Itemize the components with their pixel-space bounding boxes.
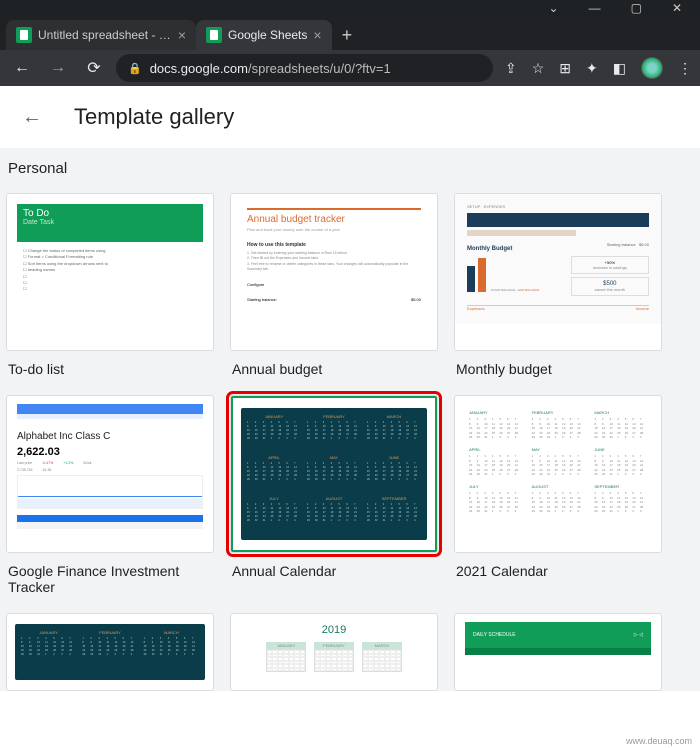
window-titlebar: ⌄ — ▢ ✕	[0, 0, 700, 16]
browser-toolbar: ← → ⟳ 🔒 docs.google.com/spreadsheets/u/0…	[0, 50, 700, 86]
forward-icon[interactable]: →	[44, 59, 72, 77]
menu-icon[interactable]: ⋮	[678, 60, 692, 77]
template-thumbnail: JANUARY123456789101112131415161718192021…	[230, 395, 438, 553]
address-bar[interactable]: 🔒 docs.google.com/spreadsheets/u/0/?ftv=…	[116, 54, 493, 82]
maximize-icon[interactable]: ▢	[631, 1, 642, 15]
sheets-favicon	[16, 27, 32, 43]
profile-avatar[interactable]	[641, 57, 663, 79]
share-icon[interactable]: ⇪	[505, 60, 517, 77]
template-label: Annual Calendar	[230, 553, 438, 579]
template-2021-calendar[interactable]: JANUARY123456789101112131415161718192021…	[454, 395, 662, 595]
watermark: www.deuaq.com	[626, 736, 692, 746]
url-text: docs.google.com/spreadsheets/u/0/?ftv=1	[150, 61, 391, 76]
page-title: Template gallery	[74, 104, 234, 130]
chevron-down-icon[interactable]: ⌄	[549, 1, 559, 15]
template-card[interactable]: JANUARY123456789101112131415161718192021…	[6, 613, 214, 691]
template-thumbnail: JANUARY123456789101112131415161718192021…	[6, 613, 214, 691]
template-card[interactable]: 2019 JANUARYFEBRUARYMARCH	[230, 613, 438, 691]
puzzle-icon[interactable]: ✦	[586, 60, 598, 77]
template-thumbnail: SETUP EXPENSES Monthly BudgetStarting ba…	[454, 193, 662, 351]
template-grid: To DoDate Task Change the status of comp…	[6, 193, 700, 691]
template-thumbnail: JANUARY123456789101112131415161718192021…	[454, 395, 662, 553]
window-controls: ⌄ — ▢ ✕	[549, 1, 682, 15]
sidepanel-icon[interactable]: ◧	[613, 60, 626, 77]
lock-icon: 🔒	[128, 62, 142, 75]
template-monthly-budget[interactable]: SETUP EXPENSES Monthly BudgetStarting ba…	[454, 193, 662, 377]
template-annual-budget[interactable]: Annual budget tracker Plan and track you…	[230, 193, 438, 377]
reload-icon[interactable]: ⟳	[80, 58, 108, 78]
template-todo-list[interactable]: To DoDate Task Change the status of comp…	[6, 193, 214, 377]
close-icon[interactable]: ✕	[672, 1, 682, 15]
new-tab-button[interactable]: +	[332, 21, 363, 50]
close-tab-icon[interactable]: ×	[313, 27, 321, 43]
template-card[interactable]: DAILY SCHEDULE▷ ◁	[454, 613, 662, 691]
template-thumbnail: To DoDate Task Change the status of comp…	[6, 193, 214, 351]
bookmark-icon[interactable]: ☆	[532, 60, 545, 77]
sheets-favicon	[206, 27, 222, 43]
section-title: Personal	[6, 154, 700, 193]
template-label: Monthly budget	[454, 351, 662, 377]
template-thumbnail: 2019 JANUARYFEBRUARYMARCH	[230, 613, 438, 691]
template-label: 2021 Calendar	[454, 553, 662, 579]
back-arrow-icon[interactable]: ←	[22, 106, 42, 129]
minimize-icon[interactable]: —	[589, 1, 601, 15]
template-label: To-do list	[6, 351, 214, 377]
template-thumbnail: Alphabet Inc Class C 2,622.03 Last price…	[6, 395, 214, 553]
back-icon[interactable]: ←	[8, 59, 36, 77]
tab-strip: Untitled spreadsheet - Goog × Google She…	[0, 16, 700, 50]
extension-icon[interactable]: ⊞	[559, 60, 571, 77]
browser-tab-0[interactable]: Untitled spreadsheet - Goog ×	[6, 20, 196, 50]
close-tab-icon[interactable]: ×	[178, 27, 186, 43]
page-content: ← Template gallery Personal To DoDate Ta…	[0, 86, 700, 748]
template-annual-calendar[interactable]: JANUARY123456789101112131415161718192021…	[230, 395, 438, 595]
template-label: Google Finance Investment Tracker	[6, 553, 214, 595]
gallery-content: Personal To DoDate Task Change the statu…	[0, 148, 700, 691]
template-label: Annual budget	[230, 351, 438, 377]
template-thumbnail: Annual budget tracker Plan and track you…	[230, 193, 438, 351]
template-google-finance[interactable]: Alphabet Inc Class C 2,622.03 Last price…	[6, 395, 214, 595]
browser-tab-1[interactable]: Google Sheets ×	[196, 20, 332, 50]
page-header: ← Template gallery	[0, 86, 700, 148]
tab-title: Untitled spreadsheet - Goog	[38, 28, 172, 42]
tab-title: Google Sheets	[228, 28, 307, 42]
template-thumbnail: DAILY SCHEDULE▷ ◁	[454, 613, 662, 691]
toolbar-actions: ⇪ ☆ ⊞ ✦ ◧ ⋮	[505, 57, 692, 79]
